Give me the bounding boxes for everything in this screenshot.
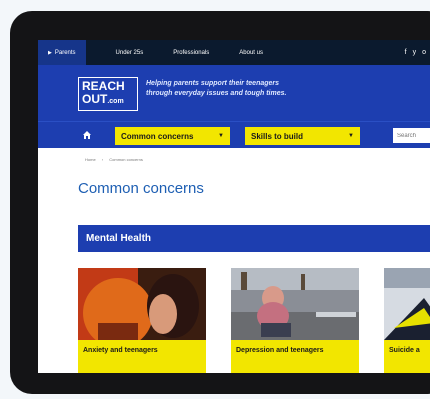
facebook-icon[interactable]: f <box>405 49 407 56</box>
home-button[interactable] <box>78 127 96 143</box>
anxiety-photo <box>78 268 206 340</box>
card-anxiety[interactable]: Anxiety and teenagers <box>78 268 206 373</box>
reachout-logo[interactable]: REACH OUT.com <box>78 77 138 111</box>
breadcrumb: Home › Common concerns <box>85 157 143 162</box>
breadcrumb-separator: › <box>101 157 104 162</box>
dropdown-label: Skills to build <box>251 131 304 141</box>
tagline: Helping parents support their teenagers … <box>146 80 287 97</box>
logo-line2: OUT.com <box>82 93 134 108</box>
home-icon <box>83 131 91 139</box>
top-nav: ▶ Parents Under 25s Professionals About … <box>38 40 430 65</box>
chevron-down-icon: ▼ <box>218 133 224 139</box>
common-concerns-dropdown[interactable]: Common concerns ▼ <box>115 127 230 145</box>
twitter-icon[interactable]: y <box>413 49 417 56</box>
card-label: Depression and teenagers <box>231 340 359 373</box>
card-depression[interactable]: Depression and teenagers <box>231 268 359 373</box>
logo-out: OUT <box>82 92 108 106</box>
suicide-photo <box>384 268 430 340</box>
youtube-icon[interactable]: o <box>422 49 426 56</box>
social-links: f y o <box>405 40 430 65</box>
browser-screen: ▶ Parents Under 25s Professionals About … <box>38 40 430 373</box>
tab-label: Under 25s <box>115 49 144 56</box>
logo-suffix: .com <box>107 98 124 105</box>
tab-label: About us <box>239 49 263 56</box>
search-input[interactable] <box>393 128 430 143</box>
tab-under-25s[interactable]: Under 25s <box>106 40 154 65</box>
site-header: REACH OUT.com Helping parents support th… <box>38 65 430 121</box>
section-header-mental-health[interactable]: Mental Health <box>78 225 430 252</box>
main-nav: Common concerns ▼ Skills to build ▼ <box>38 121 430 148</box>
breadcrumb-home[interactable]: Home <box>85 157 96 162</box>
card-suicide[interactable]: Suicide a <box>384 268 430 373</box>
tab-professionals[interactable]: Professionals <box>163 40 219 65</box>
tab-parents[interactable]: ▶ Parents <box>38 40 86 65</box>
breadcrumb-current: Common concerns <box>109 157 143 162</box>
arrow-right-icon: ▶ <box>48 49 52 56</box>
tab-label: Professionals <box>173 49 210 56</box>
page-title: Common concerns <box>78 180 204 197</box>
dropdown-label: Common concerns <box>121 131 194 141</box>
depression-photo <box>231 268 359 340</box>
skills-dropdown[interactable]: Skills to build ▼ <box>245 127 360 145</box>
card-label: Anxiety and teenagers <box>78 340 206 373</box>
tab-label: Parents <box>54 49 76 56</box>
tab-about-us[interactable]: About us <box>229 40 273 65</box>
card-label: Suicide a <box>384 340 430 373</box>
chevron-down-icon: ▼ <box>348 133 354 139</box>
